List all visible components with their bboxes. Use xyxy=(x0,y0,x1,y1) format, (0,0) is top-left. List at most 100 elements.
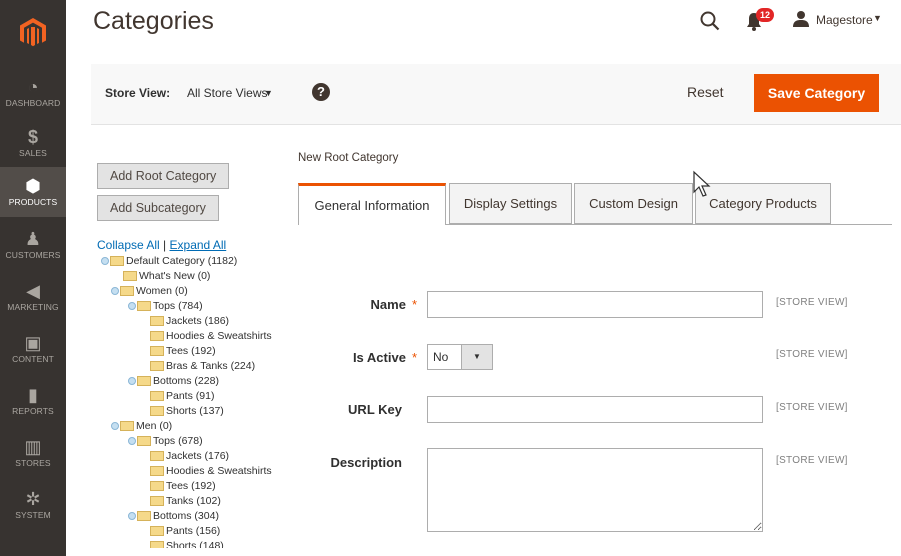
speedometer-icon: ◔ xyxy=(27,77,39,97)
tab-general-information[interactable]: General Information xyxy=(298,183,446,225)
tree-expander-icon[interactable] xyxy=(101,256,109,265)
tree-node[interactable]: Tops (678) xyxy=(128,433,203,448)
caret-down-icon[interactable]: ▼ xyxy=(264,88,273,98)
user-icon[interactable] xyxy=(792,10,810,28)
scope-label: [STORE VIEW] xyxy=(776,297,848,308)
help-icon[interactable]: ? xyxy=(312,83,330,101)
description-textarea[interactable] xyxy=(427,448,763,532)
folder-icon xyxy=(150,465,164,476)
folder-icon xyxy=(150,315,164,326)
tree-node-label: Shorts (148) xyxy=(166,539,224,549)
tree-node[interactable]: Men (0) xyxy=(111,418,172,433)
folder-icon xyxy=(150,450,164,461)
mouse-cursor-icon xyxy=(693,170,711,197)
page-title: Categories xyxy=(93,7,214,35)
reset-button[interactable]: Reset xyxy=(687,84,724,100)
tab-divider xyxy=(446,224,892,225)
tree-node[interactable]: Shorts (137) xyxy=(150,403,224,418)
tree-node[interactable]: Bras & Tanks (224) xyxy=(150,358,255,373)
scope-label: [STORE VIEW] xyxy=(776,402,848,413)
tree-node[interactable]: Tanks (102) xyxy=(150,493,221,508)
tab-display-settings[interactable]: Display Settings xyxy=(449,183,572,224)
search-icon[interactable] xyxy=(699,10,721,32)
tree-node[interactable]: Tops (784) xyxy=(128,298,203,313)
tree-node-label: Women (0) xyxy=(136,284,188,297)
cube-icon: ⬢ xyxy=(25,176,41,196)
folder-icon xyxy=(150,495,164,506)
folder-icon xyxy=(137,510,151,521)
tree-node[interactable]: Tees (192) xyxy=(150,343,216,358)
is-active-field-label: Is Active * xyxy=(352,350,417,365)
store-view-switcher[interactable]: All Store Views xyxy=(187,86,267,100)
category-tree: Default Category (1182) What's New (0) Wom… xyxy=(97,253,317,548)
tree-expander-icon[interactable] xyxy=(128,376,136,385)
tree-node[interactable]: Pants (91) xyxy=(150,388,214,403)
bar-chart-icon: ▮ xyxy=(28,385,38,405)
collapse-all-link[interactable]: Collapse All xyxy=(97,238,160,252)
nav-stores[interactable]: ▥ STORES xyxy=(0,436,66,472)
tree-node-label: Pants (91) xyxy=(166,389,215,402)
store-view-label: Store View: xyxy=(105,86,171,100)
caret-down-icon[interactable]: ▼ xyxy=(873,13,882,23)
tree-node-label: Hoodies & Sweatshirts xyxy=(166,464,272,477)
folder-icon xyxy=(110,255,124,266)
folder-icon xyxy=(137,435,151,446)
save-category-button[interactable]: Save Category xyxy=(754,74,879,112)
folder-icon xyxy=(150,480,164,491)
tree-node[interactable]: Bottoms (228) xyxy=(128,373,219,388)
expand-all-link[interactable]: Expand All xyxy=(170,238,227,252)
tree-node[interactable]: Jackets (176) xyxy=(150,448,229,463)
tab-custom-design[interactable]: Custom Design xyxy=(574,183,693,224)
link-separator: | xyxy=(163,238,167,252)
account-username[interactable]: Magestore xyxy=(816,13,873,27)
section-title: New Root Category xyxy=(298,152,399,164)
person-icon: ♟ xyxy=(24,229,42,249)
folder-icon xyxy=(137,300,151,311)
folder-icon xyxy=(150,345,164,356)
nav-system[interactable]: ✲ SYSTEM xyxy=(0,488,66,524)
nav-products[interactable]: ⬢ PRODUCTS xyxy=(0,167,66,217)
add-root-category-button[interactable]: Add Root Category xyxy=(97,163,230,189)
nav-customers[interactable]: ♟ CUSTOMERS xyxy=(0,228,66,264)
tree-expander-icon[interactable] xyxy=(111,421,119,430)
tree-node[interactable]: Tees (192) xyxy=(150,478,216,493)
layout-icon: ▣ xyxy=(24,333,42,353)
dollar-icon: $ xyxy=(27,127,38,147)
tree-expander-icon[interactable] xyxy=(128,511,136,520)
url-key-input[interactable] xyxy=(427,396,763,423)
nav-marketing[interactable]: ◀ MARKETING xyxy=(0,280,66,316)
url-key-field-label: URL Key xyxy=(348,402,402,417)
tree-node[interactable]: Bottoms (304) xyxy=(128,508,219,523)
tree-node[interactable]: Pants (156) xyxy=(150,523,220,538)
notification-badge: 12 xyxy=(756,8,774,22)
name-input[interactable] xyxy=(427,291,763,318)
description-field-label: Description xyxy=(330,455,402,470)
tree-node-label: Tops (678) xyxy=(153,434,203,447)
tree-node[interactable]: Hoodies & Sweatshirts xyxy=(150,463,272,478)
required-mark: * xyxy=(411,297,417,312)
folder-icon xyxy=(123,270,137,281)
tree-node-label: Tanks (102) xyxy=(166,494,221,507)
tree-node[interactable]: Shorts (148) xyxy=(150,538,224,548)
folder-icon xyxy=(150,540,164,548)
admin-sidebar: ◔ DASHBOARD $ SALES ⬢ PRODUCTS ♟ CUSTOME… xyxy=(0,0,66,556)
is-active-select[interactable]: No ▼ xyxy=(427,344,493,370)
tree-node[interactable]: Hoodies & Sweatshirts xyxy=(150,328,272,343)
folder-icon xyxy=(120,285,134,296)
tree-expander-icon[interactable] xyxy=(128,301,136,310)
magento-logo[interactable] xyxy=(0,0,66,66)
nav-sales[interactable]: $ SALES xyxy=(0,126,66,162)
add-subcategory-button[interactable]: Add Subcategory xyxy=(97,195,219,221)
tree-node[interactable]: Default Category (1182) xyxy=(101,253,237,268)
nav-reports[interactable]: ▮ REPORTS xyxy=(0,384,66,420)
tree-expander-icon[interactable] xyxy=(111,286,119,295)
tree-node-label: Tops (784) xyxy=(153,299,203,312)
tab-category-products[interactable]: Category Products xyxy=(695,183,831,224)
tree-node-label: Jackets (176) xyxy=(166,449,230,462)
tree-node[interactable]: Jackets (186) xyxy=(150,313,229,328)
tree-node[interactable]: Women (0) xyxy=(111,283,188,298)
nav-content[interactable]: ▣ CONTENT xyxy=(0,332,66,368)
tree-expander-icon[interactable] xyxy=(128,436,136,445)
tree-node[interactable]: What's New (0) xyxy=(123,268,210,283)
nav-dashboard[interactable]: ◔ DASHBOARD xyxy=(0,76,66,112)
